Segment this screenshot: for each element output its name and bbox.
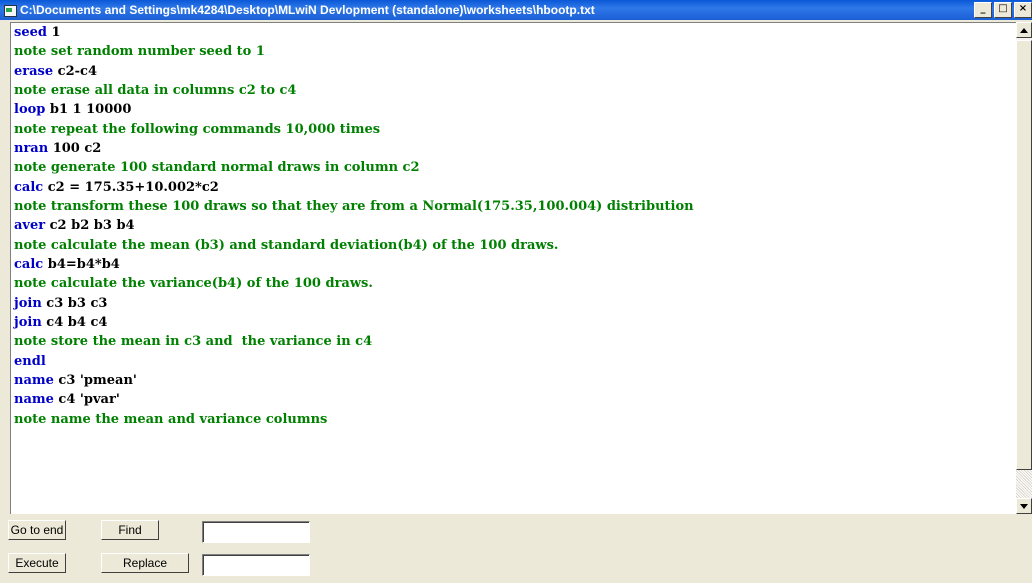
maximize-button[interactable]: □	[994, 2, 1012, 18]
script-line[interactable]: aver c2 b2 b3 b4	[11, 216, 1017, 235]
command-arguments: c2 = 175.35+10.002*c2	[43, 179, 219, 195]
command-arguments: c4 b4 c4	[41, 314, 108, 330]
script-line[interactable]: name c4 'pvar'	[11, 390, 1017, 409]
script-line[interactable]: erase c2-c4	[11, 62, 1017, 81]
note-text: note set random number seed to 1	[14, 44, 265, 60]
command-arguments: b1 1 10000	[45, 102, 132, 118]
command-arguments: 100 c2	[48, 140, 102, 156]
note-text: note calculate the mean (b3) and standar…	[14, 237, 559, 253]
scroll-thumb[interactable]	[1016, 40, 1032, 470]
command-keyword: loop	[14, 102, 46, 118]
script-line[interactable]: note erase all data in columns c2 to c4	[11, 81, 1017, 100]
script-line[interactable]: note name the mean and variance columns	[11, 410, 1017, 429]
script-line[interactable]: join c4 b4 c4	[11, 313, 1017, 332]
command-arguments: c3 b3 c3	[41, 295, 108, 311]
script-line[interactable]: calc b4=b4*b4	[11, 255, 1017, 274]
script-line[interactable]: join c3 b3 c3	[11, 294, 1017, 313]
script-editor[interactable]: seed 1 note set random number seed to 1 er…	[10, 22, 1017, 515]
app-icon	[3, 3, 17, 17]
replace-input[interactable]	[202, 554, 310, 576]
script-line[interactable]: note generate 100 standard normal draws …	[11, 158, 1017, 177]
command-keyword: aver	[14, 218, 46, 234]
note-text: note repeat the following commands 10,00…	[14, 121, 381, 137]
arrow-up-icon	[1020, 28, 1028, 33]
script-line[interactable]: note set random number seed to 1	[11, 42, 1017, 61]
scroll-down-button[interactable]	[1016, 498, 1032, 514]
script-line[interactable]: seed 1	[11, 23, 1017, 42]
command-keyword: erase	[14, 63, 54, 79]
go-to-end-button[interactable]: Go to end	[8, 520, 66, 540]
close-button[interactable]: ×	[1014, 2, 1032, 18]
command-arguments: b4=b4*b4	[43, 256, 120, 272]
title-bar[interactable]: C:\Documents and Settings\mk4284\Desktop…	[0, 0, 1032, 20]
command-keyword: name	[14, 372, 54, 388]
command-keyword: endl	[14, 353, 46, 369]
scroll-track[interactable]	[1016, 470, 1032, 498]
command-toolbar: Go to end Find Execute Replace	[0, 514, 1032, 583]
script-line[interactable]: calc c2 = 175.35+10.002*c2	[11, 178, 1017, 197]
scroll-up-button[interactable]	[1016, 22, 1032, 38]
vertical-scrollbar[interactable]	[1016, 22, 1032, 514]
note-text: note erase all data in columns c2 to c4	[14, 82, 297, 98]
script-line[interactable]: note calculate the variance(b4) of the 1…	[11, 274, 1017, 293]
command-arguments: c4 'pvar'	[53, 392, 120, 408]
script-line[interactable]: note repeat the following commands 10,00…	[11, 120, 1017, 139]
window-controls: _ □ ×	[972, 2, 1032, 18]
command-keyword: calc	[14, 256, 44, 272]
script-line[interactable]: loop b1 1 10000	[11, 100, 1017, 119]
script-line[interactable]: note calculate the mean (b3) and standar…	[11, 236, 1017, 255]
script-line[interactable]: name c3 'pmean'	[11, 371, 1017, 390]
script-line[interactable]: nran 100 c2	[11, 139, 1017, 158]
command-arguments: c2-c4	[53, 63, 97, 79]
window-title: C:\Documents and Settings\mk4284\Desktop…	[20, 3, 595, 17]
command-keyword: seed	[14, 25, 47, 40]
replace-button[interactable]: Replace	[101, 553, 189, 573]
command-keyword: calc	[14, 179, 44, 195]
script-line[interactable]: endl	[11, 352, 1017, 371]
note-text: note calculate the variance(b4) of the 1…	[14, 276, 373, 292]
note-text: note store the mean in c3 and the varian…	[14, 334, 373, 350]
command-arguments: c2 b2 b3 b4	[45, 218, 135, 234]
minimize-button[interactable]: _	[974, 2, 992, 18]
find-button[interactable]: Find	[101, 520, 159, 540]
command-arguments: 1	[46, 25, 61, 40]
command-arguments: c3 'pmean'	[53, 372, 137, 388]
arrow-down-icon	[1020, 504, 1028, 509]
find-input[interactable]	[202, 521, 310, 543]
command-keyword: nran	[14, 140, 49, 156]
command-keyword: name	[14, 392, 54, 408]
note-text: note transform these 100 draws so that t…	[14, 198, 694, 214]
execute-button[interactable]: Execute	[8, 553, 66, 573]
note-text: note generate 100 standard normal draws …	[14, 160, 420, 176]
command-keyword: join	[14, 314, 42, 330]
script-line[interactable]: note transform these 100 draws so that t…	[11, 197, 1017, 216]
note-text: note name the mean and variance columns	[14, 411, 328, 427]
command-keyword: join	[14, 295, 42, 311]
script-line[interactable]: note store the mean in c3 and the varian…	[11, 332, 1017, 351]
